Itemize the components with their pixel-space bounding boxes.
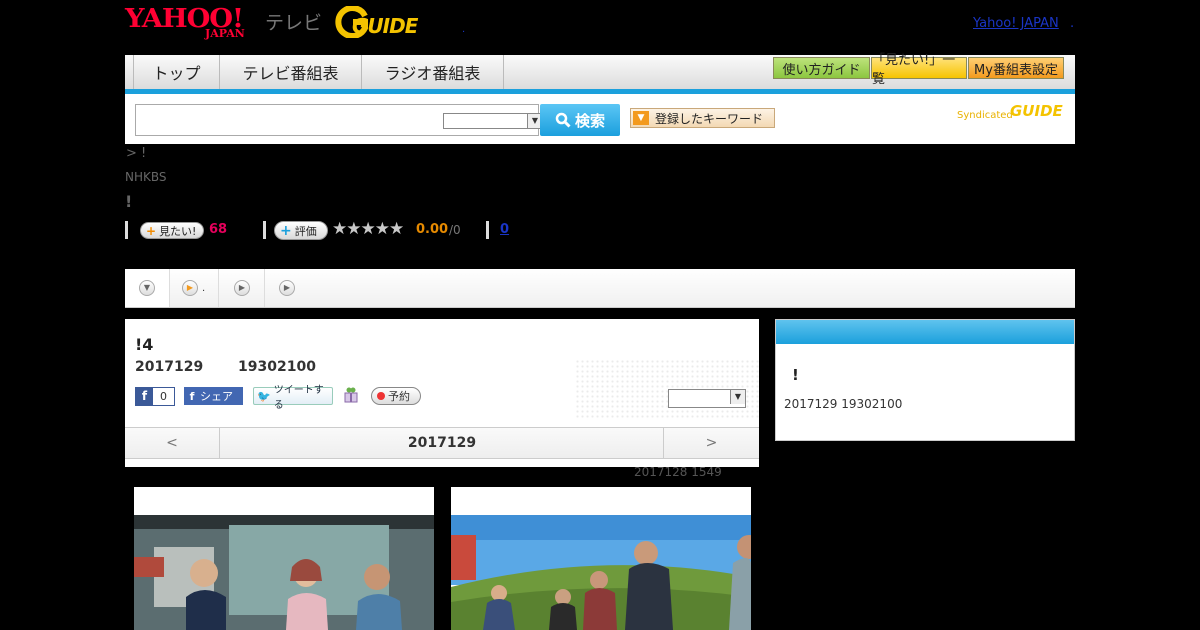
tab-reviews[interactable]: ▶ [265,269,309,307]
breadcrumb[interactable]: > ! [126,146,146,161]
channel-name: NHKBS [125,170,167,184]
main-nav: トップ テレビ番組表 ラジオ番組表 使い方ガイド 「見たい!」一覧 My番組表設… [125,53,1075,89]
rating-stars: ★★★★★ [332,219,404,239]
link-separator: . [1070,16,1075,31]
play-icon: ▶ [182,280,198,296]
facebook-share-button[interactable]: f シェア [184,387,243,405]
episode-photo-1[interactable] [134,487,434,630]
mitai-button[interactable]: + 見たい! [140,222,204,239]
twitter-bird-icon: 🐦 [257,389,271,403]
play-icon: ▶ [234,280,250,296]
search-input[interactable]: ▼ [135,104,543,136]
episode-photo-2-image [451,515,751,630]
tab-overview[interactable]: ▼ [125,269,170,307]
syndicated-gguide-logo: GUIDE [1010,102,1063,120]
rate-label: 評価 [294,224,317,238]
mitai-list-button[interactable]: 「見たい!」一覧 [871,53,967,87]
facebook-icon: f [136,388,153,405]
nav-tab-tv-schedule[interactable]: テレビ番組表 [220,55,362,89]
facebook-like-button[interactable]: f 0 [135,387,175,406]
facebook-like-count: 0 [160,390,167,403]
syndicated-label: Syndicated [957,110,1013,121]
pager-prev-button[interactable]: < [125,428,220,458]
program-tabs: ▼ ▶ . ▶ ▶ [125,269,1075,308]
tweet-button[interactable]: 🐦 ツイートする [253,385,333,411]
episode-panel: !4 2017129 19302100 f 0 f シェア 🐦 ツイートする 予… [125,319,759,467]
side-panel-title: ! [792,366,799,384]
updated-timestamp: 2017128 1549 [634,465,722,479]
episode-title: !4 [135,335,154,354]
tv-label[interactable]: テレビ [265,8,322,35]
search-icon [555,112,571,128]
date-pager: < 2017129 > [125,427,759,459]
reserve-button[interactable]: 予約 [371,387,421,405]
my-schedule-settings-button[interactable]: My番組表設定 [968,57,1064,79]
search-panel: ▼ 検索 ▼ 登録したキーワード Syndicated GUIDE [125,94,1075,144]
episode-photo-1-image [134,515,434,630]
side-panel-schedule: 2017129 19302100 [784,397,903,411]
plus-icon: + [146,223,157,238]
triangle-down-icon: ▼ [633,111,649,125]
divider [263,221,266,239]
review-count-link[interactable]: 0 [500,222,509,237]
pager-next-button[interactable]: > [663,428,759,458]
reserve-label: 予約 [388,390,410,403]
side-panel-header [776,320,1074,344]
pager-current-date: 2017129 [407,435,477,451]
play-icon: ▶ [279,280,295,296]
episode-photo-2[interactable] [451,487,751,630]
rate-button[interactable]: + 評価 [274,221,328,240]
divider [125,221,128,239]
mitai-label: 見たい! [159,224,197,238]
tab-episodes[interactable]: ▶ . [170,269,219,307]
search-button-label: 検索 [574,111,605,130]
rating-count: /0 [449,223,461,237]
mitai-count: 68 [209,222,228,237]
divider [486,221,489,239]
gift-icon[interactable] [344,387,358,403]
chevron-down-icon: ▼ [730,390,745,404]
header-dot: . [462,24,466,35]
registered-keywords-label: 登録したキーワード [655,111,764,126]
rating-value: 0.00 [416,222,449,237]
tweet-label: ツイートする [273,385,324,411]
episode-time: 19302100 [238,359,316,375]
tab-episodes-label: . [202,282,206,294]
record-icon [377,392,385,400]
facebook-icon: f [189,389,195,403]
nav-tab-top[interactable]: トップ [134,55,220,89]
gguide-logo: GUIDE [352,14,418,38]
chevron-down-icon: ▼ [139,280,155,296]
yahoo-japan-link[interactable]: Yahoo! JAPAN [973,16,1059,31]
plus-icon: + [280,222,292,239]
usage-guide-button[interactable]: 使い方ガイド [773,57,870,79]
search-category-select[interactable]: ▼ [443,113,543,129]
search-button[interactable]: 検索 [540,104,620,136]
recorder-select[interactable]: ▼ [668,389,746,408]
program-title: ! [125,192,133,211]
episode-date: 2017129 [135,359,204,375]
side-panel: ! 2017129 19302100 [775,319,1075,441]
facebook-share-label: シェア [200,390,233,403]
nav-tab-radio-schedule[interactable]: ラジオ番組表 [362,55,504,89]
registered-keywords-button[interactable]: ▼ 登録したキーワード [630,108,775,128]
yahoo-japan-logo-text: JAPAN [205,27,245,40]
nav-left-edge [125,55,134,89]
tab-cast[interactable]: ▶ [220,269,265,307]
